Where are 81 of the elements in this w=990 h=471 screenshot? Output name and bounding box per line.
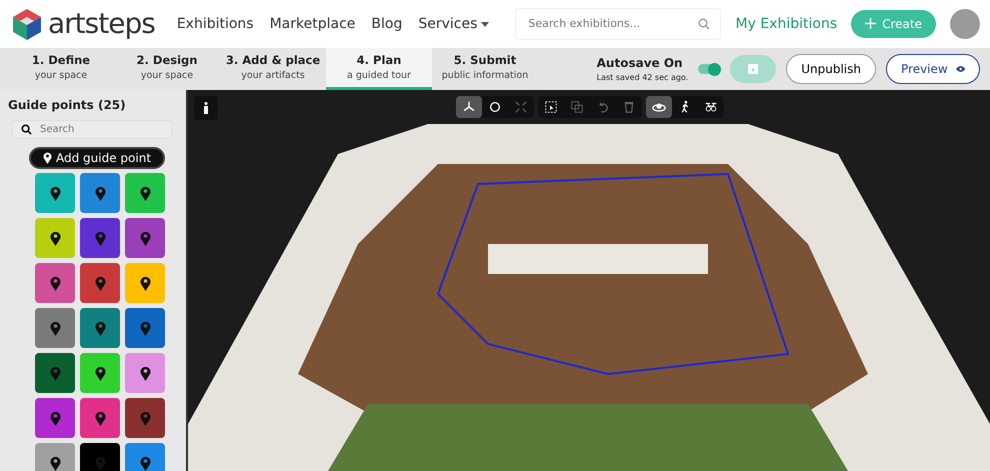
autosave-label: Autosave On xyxy=(596,55,684,72)
search-field[interactable]: Search exhibitions... xyxy=(515,8,722,40)
color-swatch[interactable] xyxy=(125,218,165,258)
color-swatch[interactable] xyxy=(125,398,165,438)
map-pin-icon xyxy=(94,410,106,426)
color-swatch[interactable] xyxy=(35,263,75,303)
color-swatch[interactable] xyxy=(80,353,120,393)
color-swatch[interactable] xyxy=(80,218,120,258)
color-swatch[interactable] xyxy=(35,308,75,348)
selection-icon xyxy=(544,100,558,114)
search-input[interactable]: Search xyxy=(38,121,148,138)
map-pin-icon xyxy=(140,320,150,336)
copy-icon xyxy=(570,100,584,114)
color-swatch[interactable] xyxy=(35,398,75,438)
map-pin-icon xyxy=(140,186,150,200)
map-pin-icon xyxy=(140,456,150,470)
expand-icon xyxy=(514,100,528,114)
map-pin-icon xyxy=(140,230,150,246)
info-button[interactable] xyxy=(194,96,218,120)
color-swatch[interactable] xyxy=(80,308,120,348)
search-icon xyxy=(698,18,710,30)
map-pin-icon xyxy=(50,230,60,246)
color-swatch[interactable] xyxy=(35,443,75,471)
avatar-icon[interactable] xyxy=(950,9,980,39)
map-pin-icon xyxy=(50,410,60,426)
color-swatch[interactable] xyxy=(35,218,75,258)
info-icon xyxy=(203,102,209,114)
map-pin-icon xyxy=(140,410,150,426)
step-tab[interactable]: 4. Plan a guided tour xyxy=(326,48,432,90)
preview-button[interactable]: Preview xyxy=(886,54,980,84)
plus-icon xyxy=(865,18,876,29)
nav-link[interactable]: Exhibitions xyxy=(176,14,254,34)
map-pin-icon xyxy=(94,186,106,200)
step-tab[interactable]: 3. Add & place your artifacts xyxy=(220,48,326,90)
add-guide-point-button[interactable]: Add guide point xyxy=(29,147,166,169)
eye-icon xyxy=(956,65,965,73)
panel-title: Guide points (25) xyxy=(8,97,126,114)
step-tab[interactable]: 2. Design your space xyxy=(114,48,220,90)
drone-icon xyxy=(704,100,718,114)
map-pin-icon xyxy=(50,186,60,200)
map-pin-icon xyxy=(50,456,60,470)
map-pin-icon xyxy=(50,366,60,380)
services-dropdown[interactable]: Services xyxy=(418,14,490,34)
trash-icon xyxy=(622,100,636,114)
caret-icon xyxy=(481,22,490,26)
map-pin-icon xyxy=(140,276,150,290)
color-swatch[interactable] xyxy=(80,173,120,213)
map-pin-icon xyxy=(140,366,150,380)
map-pin-icon xyxy=(94,230,106,246)
map-pin-icon xyxy=(94,320,106,336)
unpublish-button[interactable]: Unpublish xyxy=(786,54,876,84)
toolbar-button[interactable] xyxy=(646,96,672,118)
move-icon xyxy=(462,100,476,114)
search-icon xyxy=(21,124,32,135)
color-swatch[interactable] xyxy=(125,173,165,213)
color-swatch[interactable] xyxy=(35,173,75,213)
brand-name[interactable]: artsteps xyxy=(48,10,155,38)
step-tab[interactable]: 5. Submit public information xyxy=(432,48,538,90)
nav-link[interactable]: Marketplace xyxy=(270,14,356,34)
step-tab[interactable]: 1. Define your space xyxy=(8,48,114,90)
color-swatch[interactable] xyxy=(125,263,165,303)
color-swatch[interactable] xyxy=(125,353,165,393)
nav-link[interactable]: Blog xyxy=(371,14,402,34)
map-pin-icon xyxy=(94,366,106,380)
map-pin-icon xyxy=(43,152,52,164)
logo-icon[interactable] xyxy=(10,7,44,41)
color-swatch[interactable] xyxy=(80,443,120,471)
map-pin-icon xyxy=(94,276,106,290)
autosave-switch[interactable] xyxy=(698,64,720,74)
search-field[interactable]: Search xyxy=(12,120,172,139)
color-swatch[interactable] xyxy=(125,443,165,471)
color-swatch[interactable] xyxy=(125,308,165,348)
toolbar-button[interactable] xyxy=(456,96,482,118)
rotate-icon xyxy=(488,100,502,114)
color-swatch[interactable] xyxy=(80,398,120,438)
my-exhibitions-link[interactable]: My Exhibitions xyxy=(736,14,838,34)
map-pin-icon xyxy=(50,320,60,336)
map-pin-icon xyxy=(50,276,60,290)
color-swatch[interactable] xyxy=(35,353,75,393)
save-status: Last saved 42 sec ago. xyxy=(596,72,688,84)
color-swatch[interactable] xyxy=(80,263,120,303)
